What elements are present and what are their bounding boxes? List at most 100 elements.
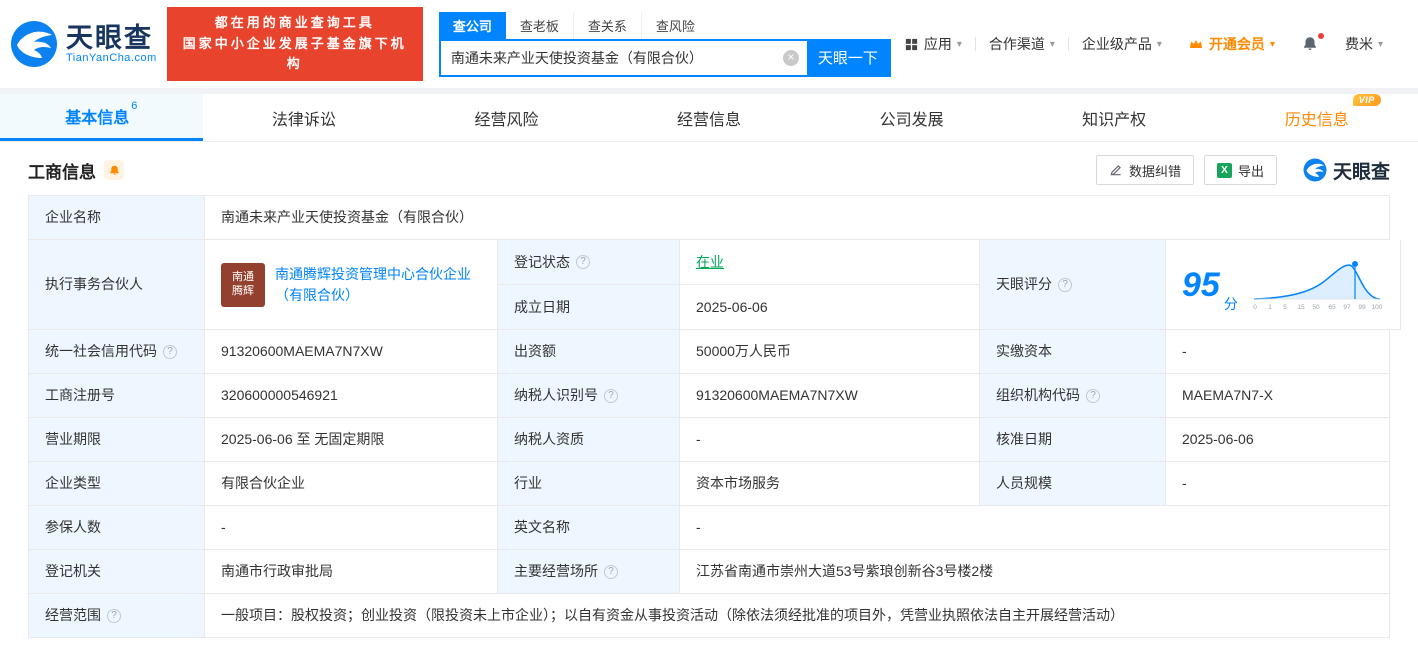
paid-capital-label: 实缴资本: [980, 330, 1166, 374]
tab-basic-label: 基本信息: [65, 110, 130, 127]
bell-icon: [1301, 35, 1319, 53]
svg-text:97: 97: [1343, 304, 1351, 311]
tianyancha-logo[interactable]: 天眼查 TianYanCha.com: [10, 20, 157, 68]
menu-channel[interactable]: 合作渠道 ▾: [976, 34, 1068, 54]
industry-value: 资本市场服务: [680, 462, 980, 506]
help-icon[interactable]: ?: [604, 564, 618, 579]
table-row: 工商注册号 320600000546921 纳税人识别号 ? 91320600M…: [29, 374, 1390, 418]
insured-count-label: 参保人数: [29, 506, 205, 550]
capital-value: 50000万人民币: [680, 330, 980, 374]
staff-size-value: -: [1166, 462, 1390, 506]
menu-channel-label: 合作渠道: [988, 36, 1045, 52]
help-icon[interactable]: ?: [604, 388, 618, 403]
table-row: 企业类型 有限合伙企业 行业 资本市场服务 人员规模 -: [29, 462, 1390, 506]
search-tab-risk[interactable]: 查风险: [642, 12, 709, 39]
tab-intellectual-property[interactable]: 知识产权: [1013, 94, 1216, 141]
company-type-value: 有限合伙企业: [205, 462, 498, 506]
tab-development-label: 公司发展: [879, 111, 944, 129]
menu-enterprise[interactable]: 企业级产品 ▾: [1069, 34, 1175, 54]
establish-date-label: 成立日期: [498, 285, 680, 330]
tab-operating-risk[interactable]: 经营风险: [405, 94, 608, 141]
reg-authority-value: 南通市行政审批局: [205, 550, 498, 594]
english-name-value: -: [680, 506, 1390, 550]
watermark-label: 天眼查: [1332, 161, 1390, 183]
menu-apps-label: 应用: [923, 36, 952, 52]
bell-icon: [108, 164, 121, 177]
registration-status-label: 登记状态 ?: [498, 240, 680, 285]
chevron-down-icon: ▾: [1049, 38, 1055, 50]
banner-line1: 都在用的商业查询工具: [214, 14, 375, 30]
org-code-label: 组织机构代码 ?: [980, 374, 1166, 418]
tab-basic-count: 6: [131, 100, 138, 112]
tab-operating-info[interactable]: 经营信息: [608, 94, 811, 141]
approval-date-label: 核准日期: [980, 418, 1166, 462]
help-icon[interactable]: ?: [1058, 277, 1072, 292]
notification-bell[interactable]: [1288, 33, 1332, 53]
score-trend-chart: 0 1 5 15 50 65 97 99 100: [1253, 260, 1383, 311]
table-subrow: 登记状态 ? 在业: [498, 240, 980, 285]
business-address-label: 主要经营场所 ?: [498, 550, 680, 594]
registration-status-value[interactable]: 在业: [696, 252, 724, 273]
reg-number-label: 工商注册号: [29, 374, 205, 418]
subscribe-bell-icon[interactable]: [104, 160, 124, 180]
help-icon[interactable]: ?: [1086, 388, 1100, 403]
menu-enterprise-label: 企业级产品: [1081, 36, 1152, 52]
business-scope-text: 经营范围: [45, 607, 101, 623]
excel-icon: X: [1216, 162, 1232, 178]
taxpayer-id-value: 91320600MAEMA7N7XW: [680, 374, 980, 418]
search-area: 查公司 查老板 查关系 查风险 × 天眼一下: [438, 11, 891, 77]
data-correction-label: 数据纠错: [1128, 163, 1181, 179]
section-header: 工商信息 数据纠错 X 导出 天眼查: [0, 142, 1418, 195]
export-label: 导出: [1237, 163, 1264, 179]
search-tab-boss[interactable]: 查老板: [506, 11, 574, 39]
tab-history-info[interactable]: 历史信息 VIP: [1215, 93, 1418, 141]
tab-history-label: 历史信息: [1284, 111, 1349, 129]
section-actions: 数据纠错 X 导出 天眼查: [1095, 155, 1390, 185]
score-number: 95: [1182, 265, 1220, 304]
tianyancha-watermark: 天眼查: [1303, 157, 1390, 184]
brand-domain: TianYanCha.com: [66, 52, 157, 65]
company-type-label: 企业类型: [29, 462, 205, 506]
reg-number-value: 320600000546921: [205, 374, 498, 418]
tianyan-score-text: 天眼评分: [996, 276, 1052, 292]
search-tabs: 查公司 查老板 查关系 查风险: [438, 11, 891, 39]
menu-user[interactable]: 费米 ▾: [1332, 34, 1396, 54]
tianyan-score-value: 95 分 0 1 5 15 50 65 97 99 100: [1166, 240, 1401, 330]
clear-search-icon[interactable]: ×: [782, 49, 799, 66]
tab-lawsuit[interactable]: 法律诉讼: [203, 94, 406, 141]
search-box: × 天眼一下: [438, 38, 891, 77]
help-icon[interactable]: ?: [107, 608, 121, 623]
help-icon[interactable]: ?: [576, 255, 590, 269]
search-input[interactable]: [440, 49, 783, 66]
menu-apps[interactable]: 应用 ▾: [891, 34, 975, 54]
industry-label: 行业: [498, 462, 680, 506]
search-button[interactable]: 天眼一下: [806, 40, 889, 75]
table-row: 企业名称 南通未来产业天使投资基金（有限合伙）: [29, 196, 1390, 240]
section-title: 工商信息: [28, 162, 96, 182]
taxpayer-id-label: 纳税人识别号 ?: [498, 374, 680, 418]
search-tab-company[interactable]: 查公司: [438, 11, 506, 39]
capital-label: 出资额: [498, 330, 680, 374]
search-tab-relation[interactable]: 查关系: [574, 11, 642, 39]
english-name-label: 英文名称: [498, 506, 680, 550]
menu-vip[interactable]: 开通会员 ▾: [1175, 34, 1288, 54]
help-icon[interactable]: ?: [163, 344, 177, 359]
taxpayer-id-text: 纳税人识别号: [514, 387, 598, 403]
export-button[interactable]: X 导出: [1203, 155, 1277, 185]
svg-text:5: 5: [1283, 304, 1287, 311]
chevron-down-icon: ▾: [1269, 38, 1275, 50]
business-scope-label: 经营范围 ?: [29, 594, 205, 638]
svg-text:15: 15: [1297, 304, 1305, 311]
data-correction-button[interactable]: 数据纠错: [1095, 155, 1194, 185]
crown-icon: [1188, 36, 1204, 52]
tab-operating-risk-label: 经营风险: [474, 111, 539, 129]
tab-company-development[interactable]: 公司发展: [810, 94, 1013, 141]
logo-swirl-icon: [1303, 158, 1327, 182]
banner-line2: 国家中小企业发展子基金旗下机构: [182, 35, 407, 72]
menu-vip-label: 开通会员: [1208, 36, 1265, 52]
partner-company-link[interactable]: 南通腾辉投资管理中心合伙企业（有限合伙）: [275, 264, 481, 306]
tab-basic-info[interactable]: 基本信息 6: [0, 94, 203, 141]
company-name-label: 企业名称: [29, 196, 205, 240]
top-menu: 应用 ▾ 合作渠道 ▾ 企业级产品 ▾ 开通会员 ▾ 费米 ▾: [891, 33, 1396, 54]
business-scope-value: 一般项目：股权投资；创业投资（限投资未上市企业）；以自有资金从事投资活动（除依法…: [205, 594, 1390, 638]
